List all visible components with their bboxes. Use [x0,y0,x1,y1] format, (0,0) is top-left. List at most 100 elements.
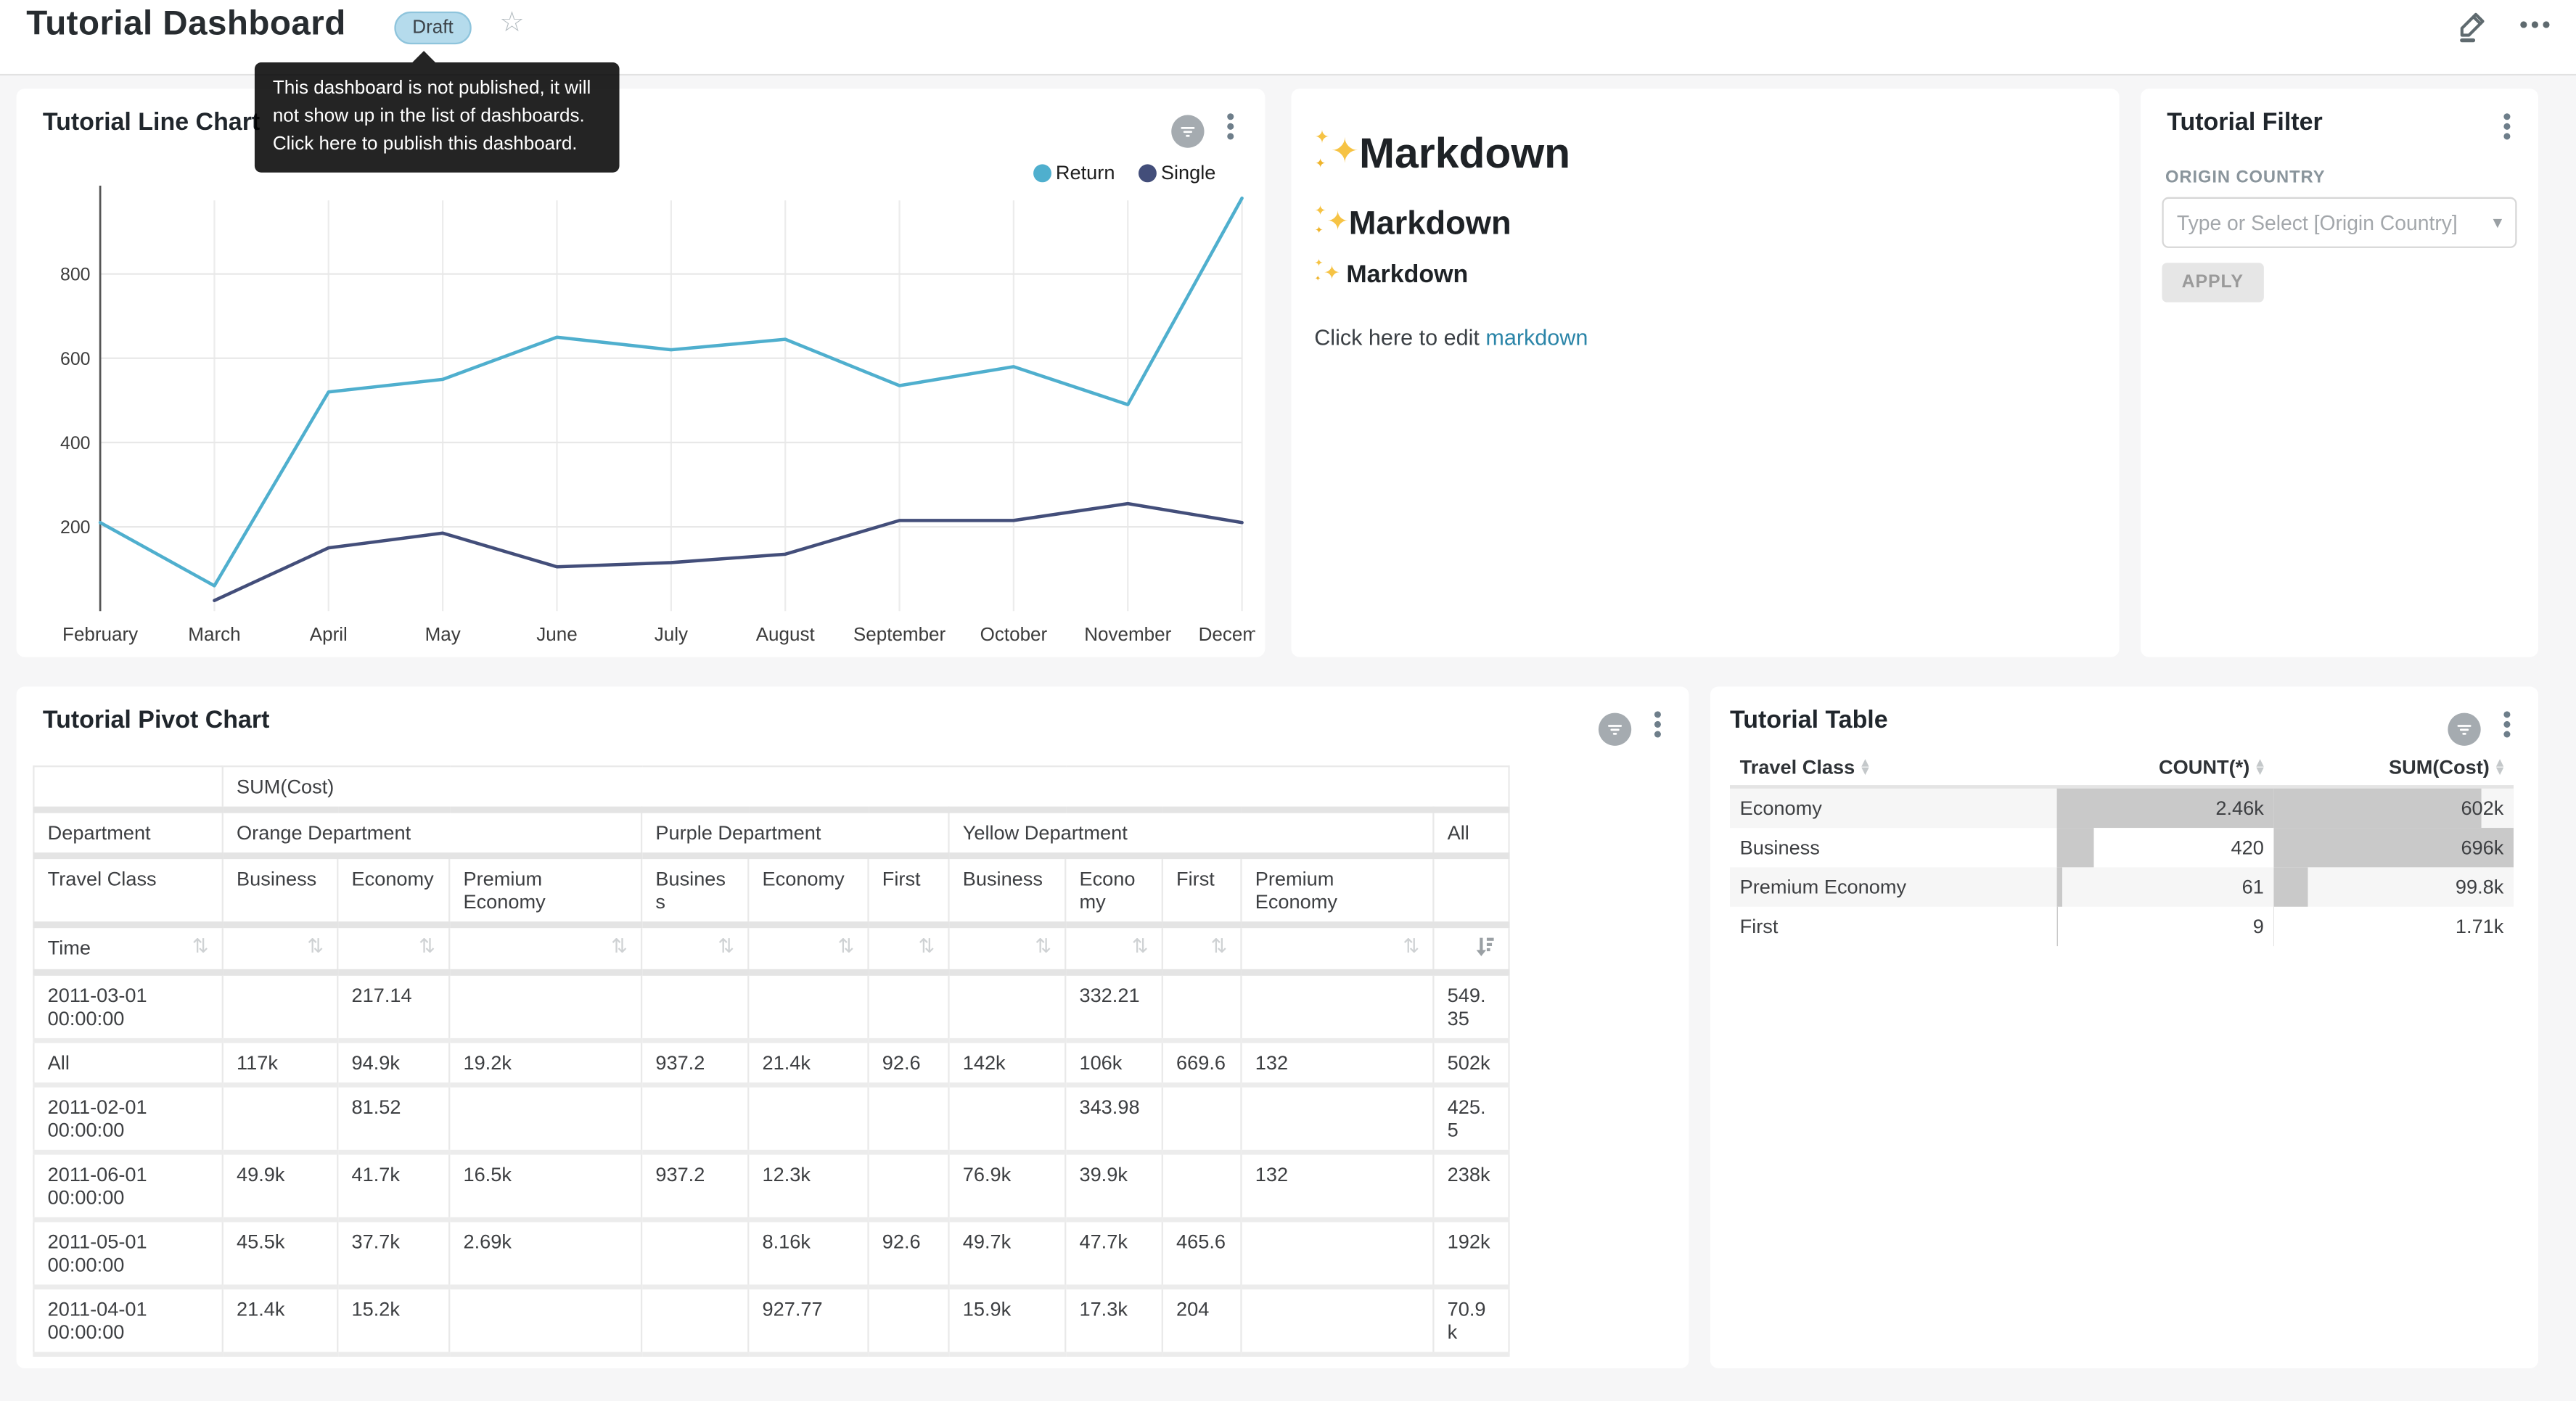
svg-text:December: December [1199,623,1255,645]
pivot-row: 2011-05-01 00:00:0045.5k37.7k2.69k8.16k9… [33,1220,1509,1287]
origin-country-label: ORIGIN COUNTRY [2165,168,2325,187]
svg-text:March: March [188,623,240,645]
sort-icon[interactable]: ⇅ [419,936,435,956]
pivot-sort-cell[interactable]: ⇅ [337,925,449,973]
pivot-value-cell: 465.6 [1162,1220,1242,1287]
pivot-sort-cell[interactable]: ⇅ [641,925,748,973]
sort-icon[interactable]: ⇅ [192,936,209,956]
pivot-value-cell: 15.2k [337,1287,449,1355]
travel-class-cell: Premium Economy [1730,867,2057,906]
more-vertical-icon[interactable] [2495,110,2519,152]
pivot-class-header: First [869,856,949,925]
sort-icon[interactable]: ⇅ [718,936,734,956]
table-row[interactable]: Business420696k [1730,828,2514,867]
column-header-count[interactable]: COUNT(*)▲▼ [2057,749,2274,786]
edit-pencil-icon[interactable] [2454,7,2490,43]
pivot-value-cell: 41.7k [337,1152,449,1220]
more-vertical-icon[interactable] [1219,110,1242,152]
edit-markdown-link[interactable]: markdown [1485,325,1588,350]
filter-indicator-icon[interactable] [2448,712,2480,744]
pivot-value-cell: 12.3k [748,1152,868,1220]
draft-tooltip[interactable]: This dashboard is not published, it will… [255,62,620,173]
column-header-travel-class[interactable]: Travel Class▲▼ [1730,749,2057,786]
pivot-sort-cell[interactable]: ⇅ [748,925,868,973]
legend-dot [1033,163,1051,181]
pivot-sort-cell[interactable]: ⇅ [223,925,337,973]
pivot-value-cell: 2.69k [449,1220,641,1287]
pivot-row: 2011-04-01 00:00:0021.4k15.2k927.7715.9k… [33,1287,1509,1355]
pivot-sort-cell-active[interactable] [1433,925,1509,973]
sort-icon[interactable]: ⇅ [1035,936,1051,956]
sort-icon[interactable]: ⇅ [1210,936,1227,956]
pivot-sort-cell[interactable]: ⇅ [948,925,1065,973]
svg-text:200: 200 [60,517,91,538]
pivot-value-cell: 343.98 [1065,1085,1162,1152]
pivot-value-cell: 92.6 [869,1040,949,1085]
pivot-value-cell: 332.21 [1065,972,1162,1040]
pivot-class-header: Business [223,856,337,925]
filter-indicator-icon[interactable] [1171,114,1204,147]
favorite-star-icon[interactable]: ☆ [499,7,525,39]
column-header-sum-cost[interactable]: SUM(Cost)▲▼ [2273,749,2514,786]
pivot-sort-cell[interactable]: ⇅ [1065,925,1162,973]
pivot-value-cell: 15.9k [948,1287,1065,1355]
pivot-sort-cell[interactable]: ⇅ [449,925,641,973]
pivot-value-cell [869,1085,949,1152]
markdown-paragraph: Click here to edit markdown [1314,325,1588,350]
table-row[interactable]: Economy2.46k602k [1730,786,2514,828]
sort-icon[interactable]: ⇅ [918,936,935,956]
svg-text:August: August [756,623,816,645]
pivot-value-cell: 549.35 [1433,972,1509,1040]
sort-desc-icon[interactable] [1474,936,1495,961]
svg-text:May: May [425,623,461,645]
pivot-value-cell: 502k [1433,1040,1509,1085]
origin-country-select[interactable]: Type or Select [Origin Country] ▾ [2162,197,2516,248]
sort-icon[interactable]: ▲▼ [2496,759,2503,776]
pivot-value-cell: 106k [1065,1040,1162,1085]
pivot-sort-cell[interactable]: ⇅ [1162,925,1242,973]
table-row[interactable]: Premium Economy6199.8k [1730,867,2514,906]
pivot-class-header: Premium Economy [1241,856,1433,925]
pivot-value-cell: 19.2k [449,1040,641,1085]
pivot-value-cell: 132 [1241,1040,1433,1085]
sort-icon[interactable]: ▲▼ [1861,759,1869,776]
pivot-row: 2011-03-01 00:00:00217.14332.21549.35 [33,972,1509,1040]
sum-cost-cell: 1.71k [2273,907,2514,946]
draft-badge[interactable]: Draft [394,12,471,44]
filter-card-title: Tutorial Filter [2167,108,2322,136]
more-vertical-icon[interactable] [2495,708,2519,749]
pivot-sort-cell[interactable]: ⇅ [1241,925,1433,973]
table-row[interactable]: First91.71k [1730,907,2514,946]
pivot-cell [1433,856,1509,925]
pivot-value-cell: 425.5 [1433,1085,1509,1152]
pivot-value-cell [449,972,641,1040]
pivot-class-header: Economy [337,856,449,925]
pivot-value-cell: 49.9k [223,1152,337,1220]
tooltip-line: This dashboard is not published, it will [273,75,602,104]
filter-indicator-icon[interactable] [1599,712,1631,744]
pivot-class-header: Economy [748,856,868,925]
pivot-time-header[interactable]: Time⇅ [33,925,222,973]
tooltip-line: not show up in the list of dashboards. [273,104,602,132]
svg-text:September: September [853,623,946,645]
sum-cost-cell: 602k [2273,786,2514,828]
apply-button[interactable]: APPLY [2162,263,2263,302]
sort-icon[interactable]: ⇅ [611,936,628,956]
pivot-measure-header: SUM(Cost) [223,766,1509,810]
more-horizontal-icon[interactable] [2516,7,2553,43]
sort-icon[interactable]: ⇅ [838,936,855,956]
sort-icon[interactable]: ▲▼ [2256,759,2263,776]
count-cell: 9 [2057,907,2274,946]
sort-icon[interactable]: ⇅ [1403,936,1419,956]
markdown-h3: ✦✦✦Markdown [1314,260,1468,289]
pivot-travel-class-header: Travel Class [33,856,222,925]
sort-icon[interactable]: ⇅ [307,936,324,956]
pivot-sort-cell[interactable]: ⇅ [869,925,949,973]
sort-icon[interactable]: ⇅ [1132,936,1149,956]
line-chart-plot[interactable]: 200400600800FebruaryMarchAprilMayJuneJul… [33,181,1255,657]
pivot-value-cell: 76.9k [948,1152,1065,1220]
pivot-department-header: Department [33,810,222,855]
pivot-table: SUM(Cost)DepartmentOrange DepartmentPurp… [33,765,1509,1357]
pivot-value-cell: 669.6 [1162,1040,1242,1085]
more-vertical-icon[interactable] [1646,708,1670,749]
